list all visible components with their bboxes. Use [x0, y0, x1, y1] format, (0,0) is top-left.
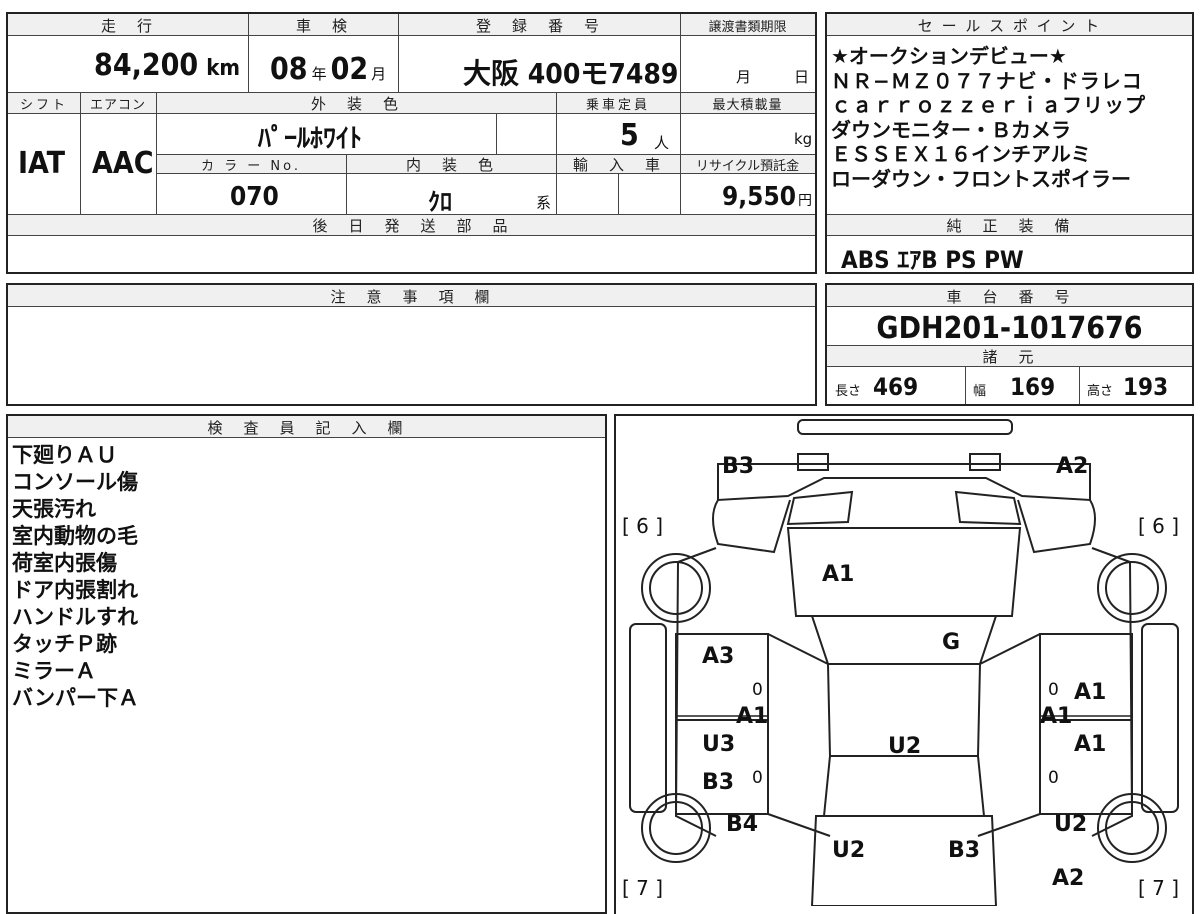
- vehicle-info-table: 走 行 車 検 登 録 番 号 譲渡書類期限 84,200 km 08 年 02 月 大…: [6, 12, 817, 274]
- capacity-unit: 人: [654, 134, 670, 152]
- equipment-value: ABS ｴｱB PS PW: [841, 246, 1024, 274]
- damage-marker: A2: [1056, 454, 1089, 479]
- chassis-label: 車 台 番 号: [946, 288, 1073, 306]
- recycle-label: リサイクル預託金: [695, 159, 800, 174]
- shift-value: IAT: [18, 146, 66, 181]
- sales-line: ＮＲ−ＭＺ０７７ナビ・ドラレコ: [831, 68, 1143, 93]
- sales-line: ＥＳＳＥＸ１６インチアルミ: [831, 142, 1091, 166]
- damage-marker: B3: [722, 454, 755, 479]
- deadline-day: 日: [794, 68, 810, 86]
- chassis-value: GDH201-1017676: [876, 311, 1143, 346]
- shaken-value: 08 年 02 月: [270, 52, 387, 87]
- damage-marker: B3: [948, 838, 981, 863]
- inspector-line: ミラーＡ: [12, 659, 96, 683]
- damage-marker: B4: [726, 812, 759, 837]
- width-field: 幅 169: [973, 373, 1056, 401]
- zero-mark: 0: [752, 680, 763, 700]
- sales-point-box: セ ー ル ス ポ イ ン ト ★オークションデビュー★ ＮＲ−ＭＺ０７７ナビ・…: [825, 12, 1194, 274]
- notes-label: 注 意 事 項 欄: [330, 288, 493, 306]
- mileage-label: 走 行: [100, 17, 155, 35]
- inspector-line: ドア内張割れ: [12, 578, 138, 602]
- capacity-value: 5: [620, 118, 639, 153]
- damage-marker: A1: [736, 704, 769, 729]
- exterior-label: 外 装 色: [310, 95, 401, 113]
- interior-suffix: 系: [536, 194, 552, 212]
- inspector-line: タッチＰ跡: [12, 632, 117, 656]
- equipment-label: 純 正 装 備: [946, 217, 1073, 235]
- deadline-label: 譲渡書類期限: [708, 20, 787, 35]
- sales-point-lines: ★オークションデビュー★ ＮＲ−ＭＺ０７７ナビ・ドラレコ ｃａｒｒｏｚｚｅｒｉａ…: [831, 44, 1146, 191]
- import-label: 輸 入 車: [572, 156, 663, 174]
- inspector-line: ハンドルすれ: [12, 605, 138, 629]
- mileage-value: 84,200 km: [94, 48, 240, 83]
- sales-point-label: セ ー ル ス ポ イ ン ト: [917, 17, 1102, 35]
- color-no-value: 070: [230, 182, 279, 212]
- damage-marker: U2: [1054, 812, 1088, 837]
- shift-label: シフト: [19, 98, 68, 113]
- damage-diagram: [ 6 ] [ 6 ] [ 7 ] [ 7 ] B3 A2 A1 G A3 A1…: [614, 414, 1194, 914]
- color-no-label: カ ラ ー No.: [201, 159, 301, 174]
- damage-marker: A1: [1040, 704, 1073, 729]
- tire-front-right-label: [ 6 ]: [1138, 514, 1180, 538]
- inspector-lines: 下廻りＡＵ コンソール傷 天張汚れ 室内動物の毛 荷室内張傷 ドア内張割れ ハン…: [12, 442, 139, 712]
- tire-front-left-label: [ 6 ]: [622, 514, 664, 538]
- shaken-label: 車 検: [295, 17, 350, 35]
- specs-label: 諸 元: [982, 348, 1037, 366]
- zero-mark: 0: [1048, 768, 1059, 788]
- inspector-label: 検 査 員 記 入 欄: [207, 419, 406, 437]
- damage-marker: A3: [702, 644, 735, 669]
- interior-value: ｸﾛ: [428, 188, 452, 216]
- interior-label: 内 装 色: [405, 156, 496, 174]
- sales-line: ローダウン・フロントスポイラー: [831, 166, 1131, 191]
- damage-marker: A1: [1074, 680, 1107, 705]
- registration-value: 大阪 400モ7489: [463, 57, 679, 90]
- aircon-label: エアコン: [89, 98, 146, 113]
- damage-marker: U3: [702, 732, 736, 757]
- damage-marker: A1: [822, 562, 855, 587]
- registration-label: 登 録 番 号: [475, 17, 602, 35]
- inspector-box: 検 査 員 記 入 欄 下廻りＡＵ コンソール傷 天張汚れ 室内動物の毛 荷室内…: [6, 414, 607, 914]
- sales-line: ダウンモニター・Ｂカメラ: [831, 117, 1071, 142]
- damage-marker: U2: [832, 838, 866, 863]
- aircon-value: AAC: [92, 146, 154, 181]
- inspector-line: 下廻りＡＵ: [12, 443, 117, 467]
- length-field: 長さ 469: [835, 373, 919, 401]
- notes-box: 注 意 事 項 欄: [6, 283, 817, 406]
- tire-rear-left-label: [ 7 ]: [622, 876, 664, 900]
- zero-mark: 0: [1048, 680, 1059, 700]
- inspector-line: 室内動物の毛: [12, 524, 138, 548]
- sales-line: ｃａｒｒｏｚｚｅｒｉａフリップ: [831, 93, 1146, 117]
- damage-marker: G: [942, 630, 961, 655]
- maxload-label: 最大積載量: [712, 98, 783, 113]
- inspector-line: コンソール傷: [12, 470, 138, 494]
- damage-marker: U2: [888, 734, 922, 759]
- capacity-label: 乗車定員: [585, 98, 650, 113]
- damage-marker: A1: [1074, 732, 1107, 757]
- height-field: 高さ 193: [1087, 373, 1169, 401]
- chassis-box: 車 台 番 号 GDH201-1017676 諸 元 長さ 469 幅 169 高さ…: [825, 283, 1194, 406]
- inspector-line: 荷室内張傷: [12, 551, 117, 575]
- sales-line: ★オークションデビュー★: [831, 44, 1067, 68]
- tire-rear-right-label: [ 7 ]: [1138, 876, 1180, 900]
- maxload-unit: kg: [794, 130, 813, 148]
- zero-mark: 0: [752, 768, 763, 788]
- damage-marker: B3: [702, 770, 735, 795]
- deadline-month: 月: [736, 68, 752, 86]
- damage-marker: A2: [1052, 866, 1085, 891]
- exterior-value: ﾊﾟｰﾙﾎﾜｲﾄ: [258, 124, 363, 154]
- recycle-value: 9,550 円: [722, 182, 812, 212]
- later-parts-label: 後 日 発 送 部 品: [312, 217, 511, 235]
- inspector-line: バンパー下Ａ: [12, 686, 140, 710]
- inspector-line: 天張汚れ: [12, 497, 96, 521]
